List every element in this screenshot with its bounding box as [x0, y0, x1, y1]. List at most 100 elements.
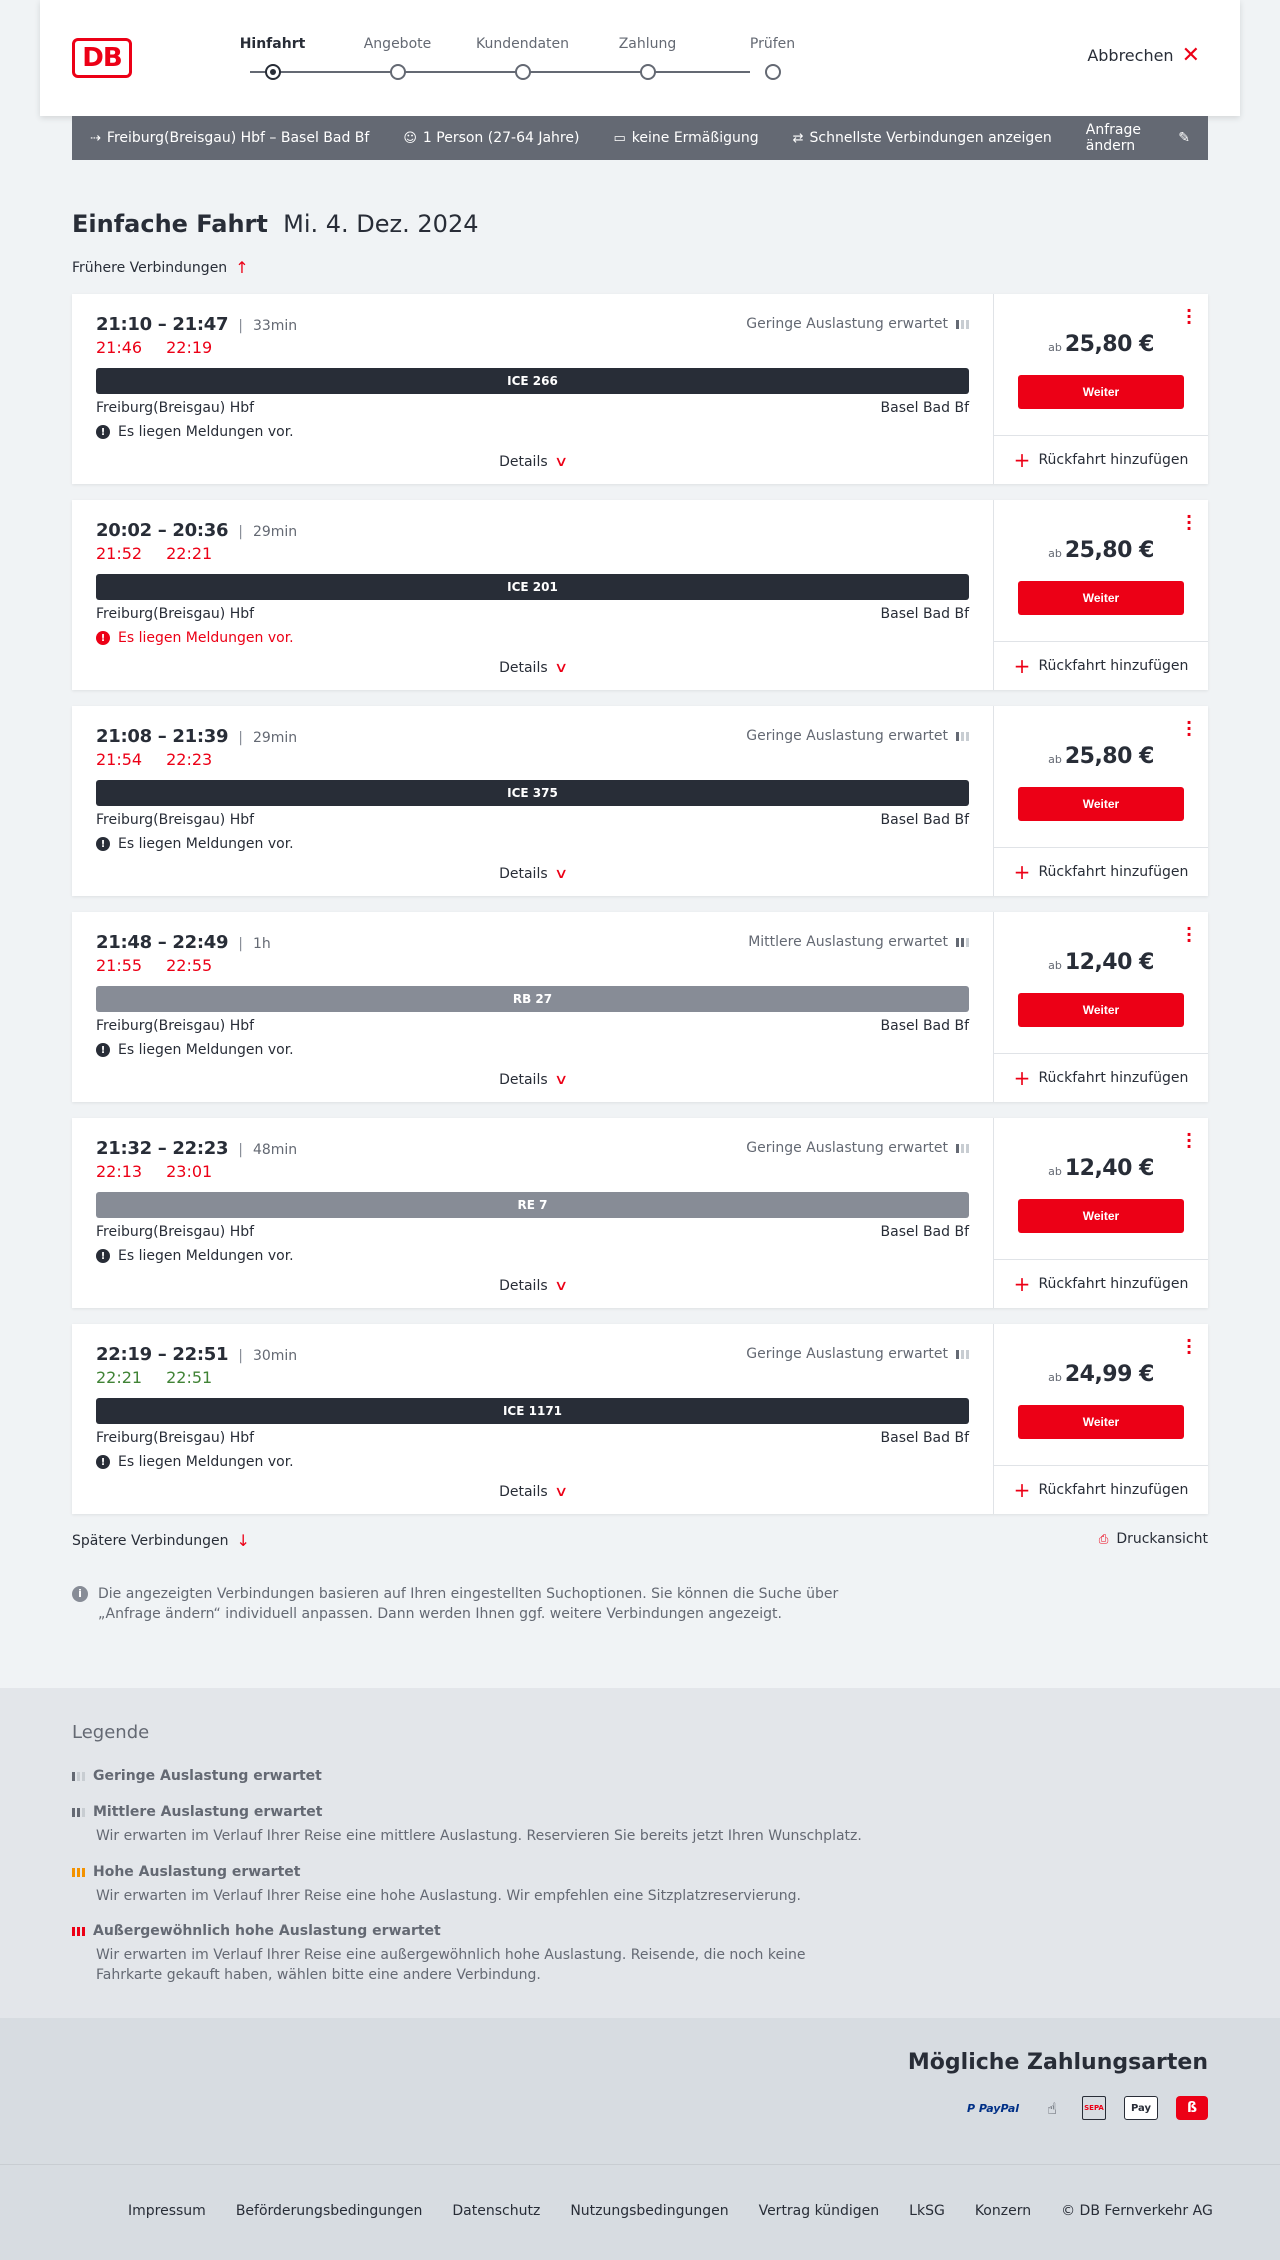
add-return-button[interactable]: + Rückfahrt hinzufügen: [994, 435, 1208, 484]
connection-card: 21:48 – 22:49 | 1h Mittlere Auslastung e…: [72, 912, 1208, 1102]
connections-list: 21:10 – 21:47 | 33min Geringe Auslastung…: [72, 294, 1208, 1530]
occupancy-info: Geringe Auslastung erwartet: [746, 1346, 969, 1362]
footer-link[interactable]: LkSG: [909, 2203, 945, 2219]
continue-button[interactable]: Weiter: [1018, 375, 1184, 409]
realtime-times: 21:52 22:21: [96, 544, 969, 566]
step-circle: [389, 64, 406, 80]
continue-button[interactable]: Weiter: [1018, 993, 1184, 1027]
legend-item-desc: Wir erwarten im Verlauf Ihrer Reise eine…: [96, 1828, 862, 1844]
add-return-button[interactable]: + Rückfahrt hinzufügen: [994, 1259, 1208, 1308]
print-view-link[interactable]: ⎙ Druckansicht: [1099, 1531, 1208, 1547]
train-bar[interactable]: ICE 201: [96, 574, 969, 600]
db-logo[interactable]: DB: [72, 38, 132, 78]
message-text: Es liegen Meldungen vor.: [118, 836, 294, 852]
more-options-icon[interactable]: · · ·: [1186, 1127, 1192, 1155]
query-discount-text: keine Ermäßigung: [631, 130, 759, 146]
details-toggle[interactable]: Details ∨: [72, 1072, 993, 1088]
footer-link[interactable]: © DB Fernverkehr AG: [1061, 2203, 1213, 2219]
more-options-icon[interactable]: · · ·: [1186, 303, 1192, 331]
footer-link[interactable]: Konzern: [975, 2203, 1031, 2219]
train-bar[interactable]: RE 7: [96, 1192, 969, 1218]
footer-link[interactable]: Datenschutz: [452, 2203, 540, 2219]
price-amount: 25,80 €: [1064, 538, 1155, 563]
step-label: Angebote: [363, 36, 432, 52]
price: ab 24,99 €: [994, 1362, 1208, 1387]
occupancy-low-icon: [956, 319, 969, 329]
occupancy-low-icon: [956, 731, 969, 741]
add-return-button[interactable]: + Rückfahrt hinzufügen: [994, 847, 1208, 896]
realtime-departure: 21:54: [96, 750, 143, 769]
occupancy-high-icon: [72, 1867, 85, 1877]
add-return-label: Rückfahrt hinzufügen: [1038, 658, 1189, 674]
payment-icons: P PayPal ☝ SEPA Pay ß: [964, 2096, 1208, 2120]
price-prefix: ab: [1048, 959, 1062, 972]
legend-item-desc: Wir erwarten im Verlauf Ihrer Reise eine…: [96, 1888, 801, 1904]
occupancy-info: Geringe Auslastung erwartet: [746, 728, 969, 744]
continue-button[interactable]: Weiter: [1018, 1405, 1184, 1439]
departure-station: Freiburg(Breisgau) Hbf: [96, 1430, 255, 1446]
payment-methods: Mögliche Zahlungsarten P PayPal ☝ SEPA P…: [0, 2018, 1280, 2164]
footer-links: Impressum Beförderungsbedingungen Datensch…: [128, 2203, 1213, 2219]
footer-link[interactable]: Nutzungsbedingungen: [570, 2203, 728, 2219]
footer-link[interactable]: Vertrag kündigen: [759, 2203, 880, 2219]
realtime-times: 22:13 23:01: [96, 1162, 969, 1184]
occupancy-low-icon: [956, 1143, 969, 1153]
earlier-connections-link[interactable]: Frühere Verbindungen ↑: [72, 258, 249, 277]
continue-button[interactable]: Weiter: [1018, 787, 1184, 821]
connection-details: 21:10 – 21:47 | 33min Geringe Auslastung…: [72, 294, 994, 484]
stations: Freiburg(Breisgau) Hbf Basel Bad Bf: [96, 400, 969, 418]
abort-button[interactable]: Abbrechen ✕: [1087, 44, 1200, 66]
add-return-label: Rückfahrt hinzufügen: [1038, 452, 1189, 468]
more-options-icon[interactable]: · · ·: [1186, 715, 1192, 743]
details-toggle[interactable]: Details ∨: [72, 1484, 993, 1500]
realtime-arrival: 22:23: [166, 750, 213, 769]
offer-panel: · · · ab 25,80 € Weiter + Rückfahrt hinzufü…: [994, 706, 1208, 896]
train-bar[interactable]: RB 27: [96, 986, 969, 1012]
connection-card: 22:19 – 22:51 | 30min Geringe Auslastung…: [72, 1324, 1208, 1514]
stations: Freiburg(Breisgau) Hbf Basel Bad Bf: [96, 1224, 969, 1242]
page-title: Einfache Fahrt Mi. 4. Dez. 2024: [72, 210, 478, 238]
details-toggle[interactable]: Details ∨: [72, 1278, 993, 1294]
message-text: Es liegen Meldungen vor.: [118, 1042, 294, 1058]
train-bar[interactable]: ICE 266: [96, 368, 969, 394]
add-return-button[interactable]: + Rückfahrt hinzufügen: [994, 1465, 1208, 1514]
legend-item-low: Geringe Auslastung erwartet: [72, 1768, 872, 1784]
service-message: ! Es liegen Meldungen vor.: [96, 836, 969, 852]
divider: |: [238, 936, 243, 952]
train-bar[interactable]: ICE 1171: [96, 1398, 969, 1424]
details-toggle[interactable]: Details ∨: [72, 866, 993, 882]
more-options-icon[interactable]: · · ·: [1186, 921, 1192, 949]
continue-button[interactable]: Weiter: [1018, 1199, 1184, 1233]
details-toggle[interactable]: Details ∨: [72, 454, 993, 470]
legend-item-medium: Mittlere Auslastung erwartet Wir erwarte…: [72, 1804, 872, 1846]
offer-panel: · · · ab 25,80 € Weiter + Rückfahrt hinzufü…: [994, 294, 1208, 484]
footer-link[interactable]: Beförderungsbedingungen: [236, 2203, 423, 2219]
chevron-down-icon: ∨: [553, 660, 568, 676]
arrival-station: Basel Bad Bf: [880, 1018, 969, 1034]
price-prefix: ab: [1048, 547, 1062, 560]
occupancy-label: Geringe Auslastung erwartet: [746, 728, 948, 744]
title-trip-type: Einfache Fahrt: [72, 210, 268, 238]
realtime-departure: 21:52: [96, 544, 143, 563]
continue-button[interactable]: Weiter: [1018, 581, 1184, 615]
more-options-icon[interactable]: · · ·: [1186, 509, 1192, 537]
details-toggle[interactable]: Details ∨: [72, 660, 993, 676]
chevron-down-icon: ∨: [553, 866, 568, 882]
step-hinfahrt[interactable]: Hinfahrt: [210, 36, 335, 80]
offer-panel: · · · ab 12,40 € Weiter + Rückfahrt hinzufü…: [994, 1118, 1208, 1308]
legend-item-title: Außergewöhnlich hohe Auslastung erwartet: [93, 1923, 441, 1939]
add-return-label: Rückfahrt hinzufügen: [1038, 1482, 1189, 1498]
alert-icon: !: [96, 631, 110, 645]
edit-query-button[interactable]: Anfrage ändern ✎: [1086, 122, 1190, 154]
price: ab 25,80 €: [994, 332, 1208, 357]
offer-panel: · · · ab 25,80 € Weiter + Rückfahrt hinzufü…: [994, 500, 1208, 690]
later-connections-link[interactable]: Spätere Verbindungen ↓: [72, 1531, 250, 1550]
more-options-icon[interactable]: · · ·: [1186, 1333, 1192, 1361]
planned-times: 21:48 – 22:49: [96, 932, 229, 953]
stations: Freiburg(Breisgau) Hbf Basel Bad Bf: [96, 812, 969, 830]
footer-link[interactable]: Impressum: [128, 2203, 206, 2219]
train-bar[interactable]: ICE 375: [96, 780, 969, 806]
add-return-button[interactable]: + Rückfahrt hinzufügen: [994, 1053, 1208, 1102]
info-icon: i: [72, 1586, 88, 1602]
add-return-button[interactable]: + Rückfahrt hinzufügen: [994, 641, 1208, 690]
